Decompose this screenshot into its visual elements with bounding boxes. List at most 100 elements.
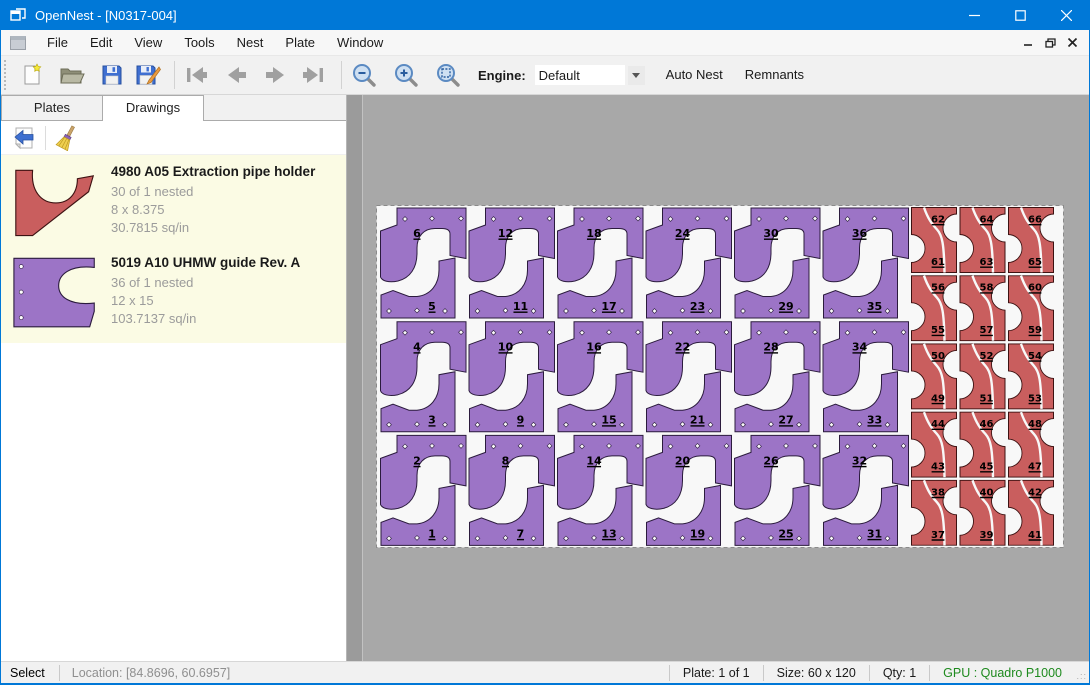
- import-arrow-icon: [12, 126, 36, 150]
- svg-text:47: 47: [1028, 462, 1042, 473]
- nest-canvas[interactable]: 6512111817242330293635431091615222128273…: [347, 95, 1089, 661]
- plate-nest-view[interactable]: 6512111817242330293635431091615222128273…: [376, 205, 1064, 548]
- svg-text:58: 58: [980, 283, 994, 294]
- drawing-thumbnail-red: [13, 162, 101, 241]
- svg-text:2: 2: [413, 454, 421, 467]
- svg-text:29: 29: [778, 300, 793, 313]
- drawing-list: 4980 A05 Extraction pipe holder 30 of 1 …: [1, 155, 346, 343]
- zoom-fit-button[interactable]: [432, 59, 464, 91]
- svg-text:14: 14: [586, 454, 602, 467]
- resize-grip[interactable]: .::: [1075, 662, 1089, 683]
- engine-dropdown-button[interactable]: [628, 66, 645, 85]
- save-as-icon: [135, 63, 161, 87]
- save-as-button[interactable]: [132, 59, 164, 91]
- drawing-size: 8 x 8.375: [111, 201, 315, 219]
- go-previous-icon: [224, 64, 250, 86]
- svg-text:42: 42: [1028, 487, 1042, 498]
- svg-text:26: 26: [763, 454, 779, 467]
- go-next-icon: [262, 64, 288, 86]
- minimize-button[interactable]: [951, 0, 997, 30]
- tab-drawings[interactable]: Drawings: [102, 95, 204, 121]
- svg-text:59: 59: [1028, 325, 1042, 336]
- go-last-icon: [300, 64, 326, 86]
- zoom-fit-icon: [435, 62, 461, 88]
- svg-text:43: 43: [931, 462, 945, 473]
- menu-tools[interactable]: Tools: [173, 30, 225, 56]
- close-icon: [1061, 10, 1072, 21]
- mdi-minimize-button[interactable]: [1017, 33, 1039, 53]
- clear-broom-button[interactable]: [52, 124, 82, 152]
- status-gpu: GPU : Quadro P1000: [930, 666, 1075, 680]
- svg-text:56: 56: [931, 283, 945, 294]
- minimize-icon: [969, 10, 980, 21]
- open-button[interactable]: [56, 59, 88, 91]
- mdi-close-button[interactable]: [1061, 33, 1083, 53]
- go-first-button[interactable]: [181, 59, 213, 91]
- svg-text:6: 6: [413, 227, 421, 240]
- title-bar: OpenNest - [N0317-004]: [1, 0, 1089, 30]
- new-file-icon: [20, 63, 44, 87]
- save-button[interactable]: [96, 59, 128, 91]
- zoom-out-icon: [351, 62, 377, 88]
- auto-nest-button[interactable]: Auto Nest: [657, 62, 732, 88]
- svg-text:23: 23: [690, 300, 705, 313]
- maximize-icon: [1015, 10, 1026, 21]
- new-button[interactable]: [16, 59, 48, 91]
- svg-text:63: 63: [980, 257, 994, 268]
- go-last-button[interactable]: [297, 59, 329, 91]
- engine-value: Default: [539, 68, 580, 83]
- svg-text:39: 39: [980, 530, 994, 541]
- drawing-area: 30.7815 sq/in: [111, 219, 315, 237]
- svg-text:52: 52: [980, 351, 994, 362]
- svg-text:61: 61: [931, 257, 945, 268]
- menu-view[interactable]: View: [123, 30, 173, 56]
- svg-text:24: 24: [675, 227, 691, 240]
- engine-select[interactable]: Default: [534, 64, 626, 86]
- svg-text:3: 3: [428, 414, 436, 427]
- drawing-item-red[interactable]: 4980 A05 Extraction pipe holder 30 of 1 …: [7, 158, 340, 249]
- toolbar-grip[interactable]: [4, 60, 10, 90]
- svg-text:46: 46: [980, 419, 994, 430]
- svg-text:64: 64: [980, 215, 994, 226]
- svg-text:4: 4: [413, 341, 421, 354]
- tab-plates[interactable]: Plates: [1, 95, 103, 120]
- menu-nest[interactable]: Nest: [226, 30, 275, 56]
- maximize-button[interactable]: [997, 0, 1043, 30]
- import-drawing-button[interactable]: [9, 124, 39, 152]
- svg-text:1: 1: [428, 527, 436, 540]
- engine-label: Engine:: [478, 68, 526, 83]
- status-qty: Qty: 1: [870, 666, 929, 680]
- status-location: Location: [84.8696, 60.6957]: [60, 666, 242, 680]
- status-mode: Select: [1, 666, 59, 680]
- drawing-nested-count: 30 of 1 nested: [111, 183, 315, 201]
- menu-file[interactable]: File: [36, 30, 79, 56]
- svg-text:66: 66: [1028, 215, 1042, 226]
- sidebar-toolbar: [1, 121, 346, 155]
- broom-icon: [55, 125, 79, 151]
- svg-text:37: 37: [931, 530, 945, 541]
- mdi-restore-button[interactable]: [1039, 33, 1061, 53]
- mdi-document-icon[interactable]: [10, 36, 26, 50]
- svg-text:28: 28: [763, 341, 778, 354]
- mdi-minimize-icon: [1024, 38, 1033, 47]
- drawing-item-purple[interactable]: 5019 A10 UHMW guide Rev. A 36 of 1 neste…: [7, 249, 340, 340]
- go-next-button[interactable]: [259, 59, 291, 91]
- main-toolbar: Engine: Default Auto Nest Remnants: [1, 56, 1089, 95]
- close-button[interactable]: [1043, 0, 1089, 30]
- svg-text:11: 11: [513, 300, 528, 313]
- svg-text:48: 48: [1028, 419, 1042, 430]
- menu-edit[interactable]: Edit: [79, 30, 123, 56]
- go-previous-button[interactable]: [221, 59, 253, 91]
- zoom-in-button[interactable]: [390, 59, 422, 91]
- zoom-out-button[interactable]: [348, 59, 380, 91]
- svg-text:38: 38: [931, 487, 945, 498]
- status-size: Size: 60 x 120: [764, 666, 869, 680]
- menu-window[interactable]: Window: [326, 30, 394, 56]
- drawing-nested-count: 36 of 1 nested: [111, 274, 300, 292]
- menu-plate[interactable]: Plate: [274, 30, 326, 56]
- svg-text:50: 50: [931, 351, 945, 362]
- svg-text:31: 31: [867, 527, 882, 540]
- svg-text:10: 10: [498, 341, 514, 354]
- remnants-button[interactable]: Remnants: [736, 62, 813, 88]
- drawing-title: 4980 A05 Extraction pipe holder: [111, 162, 315, 183]
